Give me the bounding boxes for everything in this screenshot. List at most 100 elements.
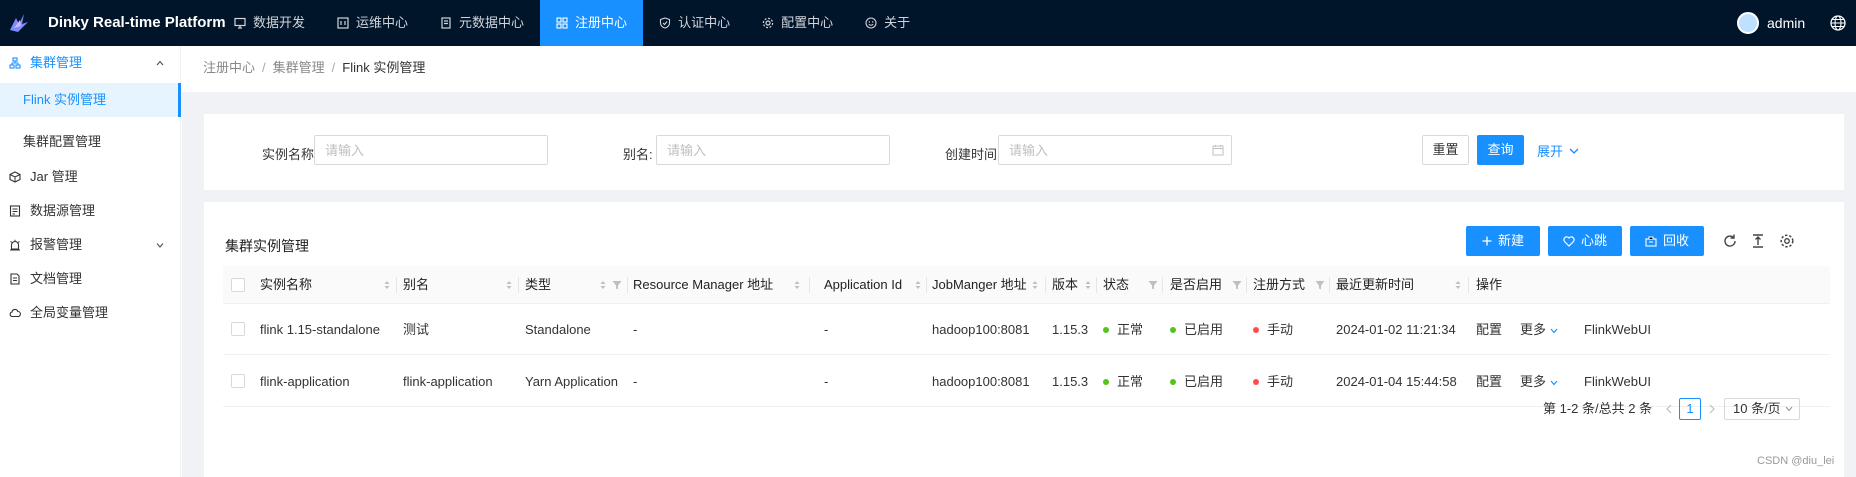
- sort-icon[interactable]: [1032, 280, 1038, 290]
- status-dot: [1103, 378, 1109, 385]
- chevron-down-icon: [1550, 380, 1558, 386]
- sidebar-item-cluster-config[interactable]: 集群配置管理: [0, 125, 181, 159]
- nav-label: 数据开发: [253, 15, 306, 30]
- desktop-icon: [234, 17, 246, 29]
- cell-type: Standalone: [525, 322, 591, 337]
- instance-name-link[interactable]: flink 1.15-standalone: [260, 304, 380, 355]
- datasource-icon: [9, 205, 21, 217]
- alarm-icon: [10, 239, 20, 251]
- alias-input[interactable]: [656, 135, 890, 165]
- cell-updated: 2024-01-04 15:44:58: [1336, 374, 1457, 389]
- reset-button[interactable]: 重置: [1422, 135, 1469, 165]
- card-title: 集群实例管理: [225, 238, 309, 254]
- col-rm-addr[interactable]: Resource Manager 地址: [633, 266, 773, 304]
- col-app-id[interactable]: Application Id: [824, 266, 902, 304]
- jar-icon: [9, 171, 21, 183]
- instance-name-input[interactable]: [314, 135, 548, 165]
- cell-app-id: -: [824, 374, 829, 389]
- grid-icon: [556, 17, 568, 29]
- nav-label: 元数据中心: [459, 15, 525, 30]
- sort-icon[interactable]: [1085, 280, 1091, 290]
- prev-page-icon[interactable]: [1665, 404, 1673, 414]
- sort-icon[interactable]: [794, 280, 800, 290]
- sidebar-item-datasource[interactable]: 数据源管理: [0, 194, 181, 228]
- setting-icon[interactable]: [1779, 233, 1795, 249]
- page-1-button[interactable]: 1: [1679, 398, 1701, 420]
- user-menu[interactable]: admin: [1737, 12, 1805, 34]
- col-jm-addr[interactable]: JobManger 地址: [932, 266, 1027, 304]
- col-register[interactable]: 注册方式: [1253, 266, 1305, 304]
- globe-icon[interactable]: [1830, 15, 1846, 31]
- status-dot: [1253, 378, 1259, 385]
- breadcrumb-item[interactable]: 注册中心: [203, 60, 255, 75]
- status-dot: [1103, 326, 1109, 333]
- cell-version: 1.15.3: [1052, 374, 1089, 389]
- nav-label: 运维中心: [356, 15, 409, 30]
- col-version[interactable]: 版本: [1052, 266, 1078, 304]
- cell-type: Yarn Application: [525, 374, 618, 389]
- column-height-icon[interactable]: [1750, 233, 1766, 249]
- heartbeat-button[interactable]: 心跳: [1548, 226, 1622, 256]
- sidebar-item-label: 集群配置管理: [23, 134, 102, 149]
- reload-icon[interactable]: [1722, 233, 1738, 249]
- sidebar-item-cluster[interactable]: 集群管理: [0, 46, 181, 80]
- more-dropdown[interactable]: 更多: [1520, 304, 1558, 355]
- created-time-label: 创建时间:: [945, 147, 1001, 162]
- cell-enabled: 已启用: [1170, 304, 1223, 355]
- filter-icon[interactable]: [1148, 280, 1158, 290]
- row-checkbox[interactable]: [231, 374, 245, 388]
- table-row: flink 1.15-standalone 测试 Standalone - - …: [223, 304, 1830, 355]
- instance-name-label: 实例名称:: [262, 147, 318, 162]
- sort-icon[interactable]: [915, 280, 921, 290]
- sidebar-item-alarm[interactable]: 报警管理: [0, 228, 181, 262]
- page-size-select[interactable]: 10 条/页: [1724, 398, 1800, 420]
- col-status[interactable]: 状态: [1103, 266, 1129, 304]
- expand-toggle[interactable]: 展开: [1537, 141, 1579, 160]
- document-icon: [10, 273, 20, 285]
- nav-data-dev[interactable]: 数据开发: [218, 0, 321, 46]
- filter-icon[interactable]: [1315, 280, 1325, 290]
- recycle-button[interactable]: 回收: [1630, 226, 1704, 256]
- breadcrumb-item[interactable]: 集群管理: [273, 60, 325, 75]
- select-all-checkbox[interactable]: [231, 278, 245, 292]
- col-updated[interactable]: 最近更新时间: [1336, 266, 1414, 304]
- config-link[interactable]: 配置: [1476, 304, 1502, 355]
- sort-icon[interactable]: [506, 280, 512, 290]
- sidebar-item-document[interactable]: 文档管理: [0, 262, 181, 296]
- nav-ops[interactable]: 运维中心: [321, 0, 424, 46]
- plus-icon: [1482, 236, 1492, 246]
- col-name[interactable]: 实例名称: [260, 266, 312, 304]
- query-button[interactable]: 查询: [1477, 135, 1524, 165]
- heartbeat-label: 心跳: [1580, 233, 1607, 248]
- credit-watermark: CSDN @diu_lei: [1757, 455, 1835, 467]
- sidebar-item-label: Jar 管理: [30, 169, 78, 184]
- col-enabled[interactable]: 是否启用: [1170, 266, 1222, 304]
- sort-icon[interactable]: [600, 280, 606, 290]
- nav-label: 注册中心: [575, 15, 628, 30]
- filter-icon[interactable]: [1232, 280, 1242, 290]
- row-checkbox[interactable]: [231, 322, 245, 336]
- pagination-summary: 第 1-2 条/总共 2 条: [1543, 401, 1653, 416]
- flink-webui-link[interactable]: FlinkWebUI: [1584, 304, 1651, 355]
- next-page-icon[interactable]: [1708, 404, 1716, 414]
- nav-label: 关于: [884, 15, 911, 30]
- nav-about[interactable]: 关于: [849, 0, 926, 46]
- col-alias[interactable]: 别名: [403, 266, 429, 304]
- sort-icon[interactable]: [1455, 280, 1461, 290]
- heart-icon: [1563, 235, 1575, 247]
- col-type[interactable]: 类型: [525, 266, 551, 304]
- sidebar-item-global-vars[interactable]: 全局变量管理: [0, 296, 181, 330]
- sort-icon[interactable]: [384, 280, 390, 290]
- config-link[interactable]: 配置: [1476, 356, 1502, 407]
- new-button[interactable]: 新建: [1466, 226, 1540, 256]
- sidebar-item-jar[interactable]: Jar 管理: [0, 160, 181, 194]
- nav-auth[interactable]: 认证中心: [643, 0, 746, 46]
- created-time-input[interactable]: [998, 135, 1232, 165]
- shield-check-icon: [660, 17, 671, 29]
- nav-registry[interactable]: 注册中心: [540, 0, 644, 46]
- instance-name-link[interactable]: flink-application: [260, 356, 350, 407]
- filter-icon[interactable]: [612, 280, 622, 290]
- sidebar-item-flink-instance[interactable]: Flink 实例管理: [0, 83, 181, 117]
- nav-config[interactable]: 配置中心: [746, 0, 849, 46]
- nav-metadata[interactable]: 元数据中心: [424, 0, 540, 46]
